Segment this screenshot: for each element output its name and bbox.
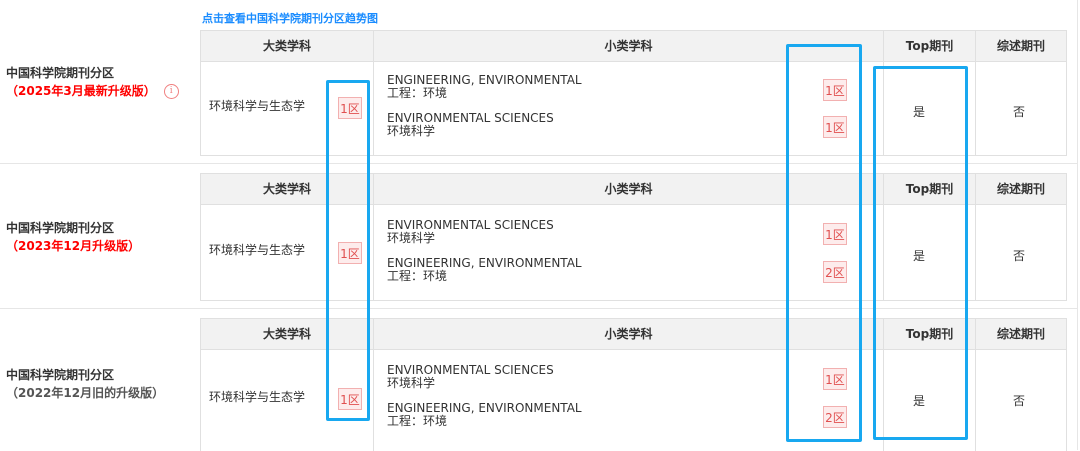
minor-subject-2: ENGINEERING, ENVIRONMENTAL 工程：环境: [387, 401, 582, 428]
minor-zone-badge-2: 2区: [823, 406, 847, 428]
header-minor: 小类学科: [604, 327, 653, 341]
minor-subject-1: ENVIRONMENTAL SCIENCES 环境科学: [387, 363, 554, 390]
header-major: 大类学科: [262, 327, 311, 341]
section-version: （2022年12月旧的升级版）: [6, 386, 165, 400]
header-top: Top期刊: [905, 182, 954, 196]
header-minor: 小类学科: [604, 182, 653, 196]
zone-section-2025: 中国科学院期刊分区 （2025年3月最新升级版） i 大类学科 小类学科 Top期…: [0, 0, 1077, 164]
header-top: Top期刊: [905, 327, 954, 341]
zone-section-2023: 中国科学院期刊分区 （2023年12月升级版） 大类学科 小类学科 Top期刊 …: [0, 163, 1077, 309]
header-top: Top期刊: [905, 39, 954, 53]
info-icon[interactable]: i: [163, 84, 179, 99]
minor-zone-badge-1: 1区: [823, 368, 847, 390]
header-review: 综述期刊: [996, 327, 1045, 341]
review-journal-value: 否: [1013, 394, 1026, 408]
major-zone-badge: 1区: [338, 388, 362, 410]
review-journal-value: 否: [1013, 105, 1026, 119]
header-review: 综述期刊: [996, 182, 1045, 196]
table-header: 大类学科 小类学科 Top期刊 综述期刊: [201, 174, 1066, 205]
section-label: 中国科学院期刊分区 （2022年12月旧的升级版）: [6, 366, 164, 402]
minor-subject-2: ENVIRONMENTAL SCIENCES 环境科学: [387, 111, 554, 138]
section-title: 中国科学院期刊分区: [6, 66, 115, 80]
zone-section-2022: 中国科学院期刊分区 （2022年12月旧的升级版） 大类学科 小类学科 Top期…: [0, 308, 1077, 451]
section-label: 中国科学院期刊分区 （2023年12月升级版）: [6, 219, 140, 255]
zone-table: 大类学科 小类学科 Top期刊 综述期刊 环境科学与生态学 1区 ENVIRON…: [200, 173, 1067, 301]
table-header: 大类学科 小类学科 Top期刊 综述期刊: [201, 319, 1066, 350]
minor-subject-1: ENVIRONMENTAL SCIENCES 环境科学: [387, 218, 554, 245]
minor-zone-badge-2: 1区: [823, 116, 847, 138]
minor-zone-badge-2: 2区: [823, 261, 847, 283]
top-journal-value: 是: [913, 394, 926, 408]
minor-subject-2: ENGINEERING, ENVIRONMENTAL 工程：环境: [387, 256, 582, 283]
header-major: 大类学科: [262, 182, 311, 196]
zone-table: 大类学科 小类学科 Top期刊 综述期刊 环境科学与生态学 1区 ENGINEE…: [200, 30, 1067, 156]
review-journal-value: 否: [1013, 249, 1026, 263]
top-journal-value: 是: [913, 105, 926, 119]
minor-zone-badge-1: 1区: [823, 79, 847, 101]
section-title: 中国科学院期刊分区: [6, 368, 115, 382]
minor-zone-badge-1: 1区: [823, 223, 847, 245]
major-subject: 环境科学与生态学: [209, 243, 306, 257]
section-title: 中国科学院期刊分区: [6, 221, 115, 235]
section-version: （2023年12月升级版）: [6, 239, 141, 253]
section-version: （2025年3月最新升级版） i: [6, 82, 179, 100]
minor-subject-1: ENGINEERING, ENVIRONMENTAL 工程：环境: [387, 73, 582, 100]
major-zone-badge: 1区: [338, 242, 362, 264]
major-subject: 环境科学与生态学: [209, 390, 306, 404]
header-review: 综述期刊: [996, 39, 1045, 53]
zone-table: 大类学科 小类学科 Top期刊 综述期刊 环境科学与生态学 1区 ENVIRON…: [200, 318, 1067, 451]
major-zone-badge: 1区: [338, 97, 362, 119]
top-journal-value: 是: [913, 249, 926, 263]
section-label: 中国科学院期刊分区 （2025年3月最新升级版） i: [6, 64, 179, 100]
header-major: 大类学科: [262, 39, 311, 53]
header-minor: 小类学科: [604, 39, 653, 53]
cas-zone-panel: 点击查看中国科学院期刊分区趋势图 中国科学院期刊分区 （2025年3月最新升级版…: [0, 0, 1078, 451]
table-header: 大类学科 小类学科 Top期刊 综述期刊: [201, 31, 1066, 62]
major-subject: 环境科学与生态学: [209, 99, 306, 113]
